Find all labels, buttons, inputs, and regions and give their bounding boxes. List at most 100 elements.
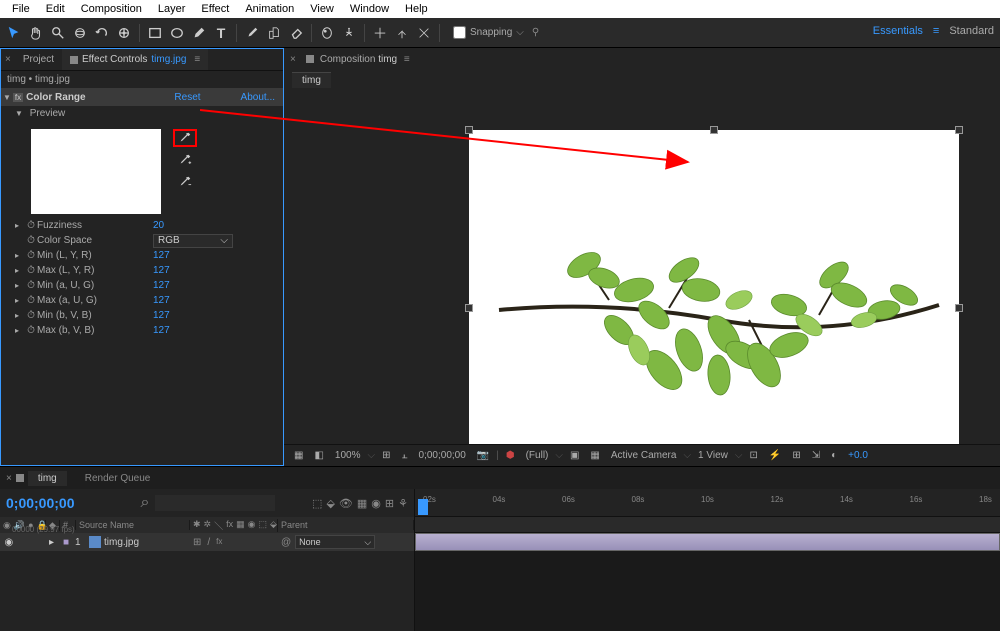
about-link[interactable]: About... xyxy=(241,92,281,103)
ruler-icon[interactable]: ⫠ xyxy=(397,450,411,461)
fast-preview-icon[interactable]: ⚡ xyxy=(765,450,785,461)
menu-composition[interactable]: Composition xyxy=(73,2,150,16)
handle[interactable] xyxy=(710,126,718,134)
menu-effect[interactable]: Effect xyxy=(193,2,237,16)
render-queue-tab[interactable]: Render Queue xyxy=(75,471,161,486)
layer-name[interactable]: timg.jpg xyxy=(86,536,190,548)
snapshot-icon[interactable]: 📷 xyxy=(473,450,493,461)
stopwatch-icon[interactable]: ⏱ xyxy=(25,325,37,336)
search-input[interactable] xyxy=(155,495,275,511)
expand-icon[interactable]: ▸ xyxy=(46,537,60,548)
comp-tab[interactable]: timg xyxy=(292,72,331,88)
draft3d-icon[interactable]: ⬙ xyxy=(326,497,334,510)
layer-switches[interactable]: ⊞/fx xyxy=(190,537,278,548)
collapse-icon[interactable]: ▼ xyxy=(15,109,23,118)
eraser-tool[interactable] xyxy=(286,23,306,43)
property-value[interactable]: 127 xyxy=(153,280,170,291)
timeline-right[interactable]: 02s04s06s08s10s12s14s16s18s xyxy=(415,489,1000,631)
reset-link[interactable]: Reset xyxy=(174,92,200,103)
video-col-icon[interactable]: ◉ xyxy=(3,520,11,531)
orbit-tool[interactable] xyxy=(70,23,90,43)
ellipse-tool[interactable] xyxy=(167,23,187,43)
close-panel-icon[interactable]: × xyxy=(286,54,300,65)
snapping-icon[interactable]: ⌵ xyxy=(516,27,524,38)
close-panel-icon[interactable]: × xyxy=(2,473,16,484)
menu-help[interactable]: Help xyxy=(397,2,436,16)
stopwatch-icon[interactable]: ⏱ xyxy=(25,310,37,321)
shy-icon[interactable]: 👁 xyxy=(339,497,353,510)
canvas[interactable] xyxy=(284,88,1000,444)
layer-row[interactable]: ◉ ▸ ■ 1 timg.jpg ⊞/fx @ None⌵ xyxy=(0,533,414,551)
property-value[interactable]: 127 xyxy=(153,265,170,276)
collapse-icon[interactable]: ▼ xyxy=(3,93,11,102)
resolution-icon[interactable]: ⊞ xyxy=(378,450,394,461)
property-value[interactable]: 127 xyxy=(153,250,170,261)
handle[interactable] xyxy=(955,304,963,312)
rotation-tool[interactable] xyxy=(92,23,112,43)
handle[interactable] xyxy=(465,126,473,134)
expand-icon[interactable]: ▸ xyxy=(15,221,25,230)
pickwhip-icon[interactable]: @ xyxy=(281,537,291,548)
transparency-icon[interactable]: ▦ xyxy=(586,450,603,461)
eyedropper-subtract-tool[interactable] xyxy=(173,173,197,191)
eyedropper-tool[interactable] xyxy=(173,129,197,147)
graph-editor-icon[interactable]: ⊞ xyxy=(385,497,394,510)
property-dropdown[interactable]: RGB⌵ xyxy=(153,234,233,248)
property-value[interactable]: 127 xyxy=(153,295,170,306)
workspace-standard[interactable]: Standard xyxy=(949,25,994,37)
pen-tool[interactable] xyxy=(189,23,209,43)
zoom-value[interactable]: 100% xyxy=(331,450,365,461)
viewport[interactable] xyxy=(469,130,959,444)
expand-icon[interactable]: ▸ xyxy=(15,311,25,320)
timecode-display[interactable]: 0;00;00;00 xyxy=(415,450,470,461)
snapping-toggle[interactable]: Snapping ⌵ ⚲ xyxy=(453,26,539,39)
resolution-menu[interactable]: (Full) xyxy=(522,450,553,461)
expand-icon[interactable]: ▸ xyxy=(15,251,25,260)
tab-menu-icon[interactable]: ≡ xyxy=(194,54,200,65)
rectangle-tool[interactable] xyxy=(145,23,165,43)
stopwatch-icon[interactable]: ⏱ xyxy=(25,265,37,276)
brainstorm-icon[interactable]: ⚘ xyxy=(398,497,408,510)
current-timecode[interactable]: 0;00;00;00 xyxy=(6,495,75,511)
stopwatch-icon[interactable]: ⏱ xyxy=(25,250,37,261)
anchor-tool[interactable] xyxy=(114,23,134,43)
effect-controls-tab[interactable]: Effect Controls timg.jpg ≡ xyxy=(62,49,208,70)
video-toggle[interactable]: ◉ xyxy=(3,537,15,548)
grid-icon[interactable]: ▦ xyxy=(290,450,307,461)
eyedropper-add-tool[interactable] xyxy=(173,151,197,169)
mask-icon[interactable]: ◧ xyxy=(310,450,327,461)
expand-icon[interactable]: ▸ xyxy=(15,326,25,335)
reset-exposure-icon[interactable]: ◐ xyxy=(827,450,841,461)
property-value[interactable]: 127 xyxy=(153,310,170,321)
expand-icon[interactable]: ▸ xyxy=(15,281,25,290)
menu-file[interactable]: File xyxy=(4,2,38,16)
view-layout[interactable]: 1 View xyxy=(694,450,732,461)
menu-view[interactable]: View xyxy=(302,2,342,16)
handle[interactable] xyxy=(465,304,473,312)
motion-blur-icon[interactable]: ◉ xyxy=(371,497,381,510)
brush-tool[interactable] xyxy=(242,23,262,43)
menu-edit[interactable]: Edit xyxy=(38,2,73,16)
stopwatch-icon[interactable]: ⏱ xyxy=(25,220,37,231)
roi-icon[interactable]: ▣ xyxy=(566,450,583,461)
roto-tool[interactable] xyxy=(317,23,337,43)
clone-tool[interactable] xyxy=(264,23,284,43)
view-axis-tool[interactable] xyxy=(414,23,434,43)
timeline-icon[interactable]: ⊞ xyxy=(788,450,804,461)
hand-tool[interactable] xyxy=(26,23,46,43)
exposure-value[interactable]: +0.0 xyxy=(844,450,872,461)
layer-bar[interactable] xyxy=(415,533,1000,551)
stopwatch-icon[interactable]: ⏱ xyxy=(25,235,37,246)
project-tab[interactable]: Project xyxy=(15,49,62,70)
label-color[interactable]: ■ xyxy=(60,537,72,548)
snapping-options-icon[interactable]: ⚲ xyxy=(532,27,539,38)
stopwatch-icon[interactable]: ⏱ xyxy=(25,295,37,306)
property-value[interactable]: 20 xyxy=(153,220,164,231)
close-panel-icon[interactable]: × xyxy=(1,54,15,65)
pixel-aspect-icon[interactable]: ⊡ xyxy=(745,450,761,461)
zoom-tool[interactable] xyxy=(48,23,68,43)
selection-tool[interactable] xyxy=(4,23,24,43)
timeline-tab[interactable]: timg xyxy=(28,471,67,486)
comp-mini-flow-icon[interactable]: ⬚ xyxy=(312,497,322,510)
camera-menu[interactable]: Active Camera xyxy=(607,450,681,461)
